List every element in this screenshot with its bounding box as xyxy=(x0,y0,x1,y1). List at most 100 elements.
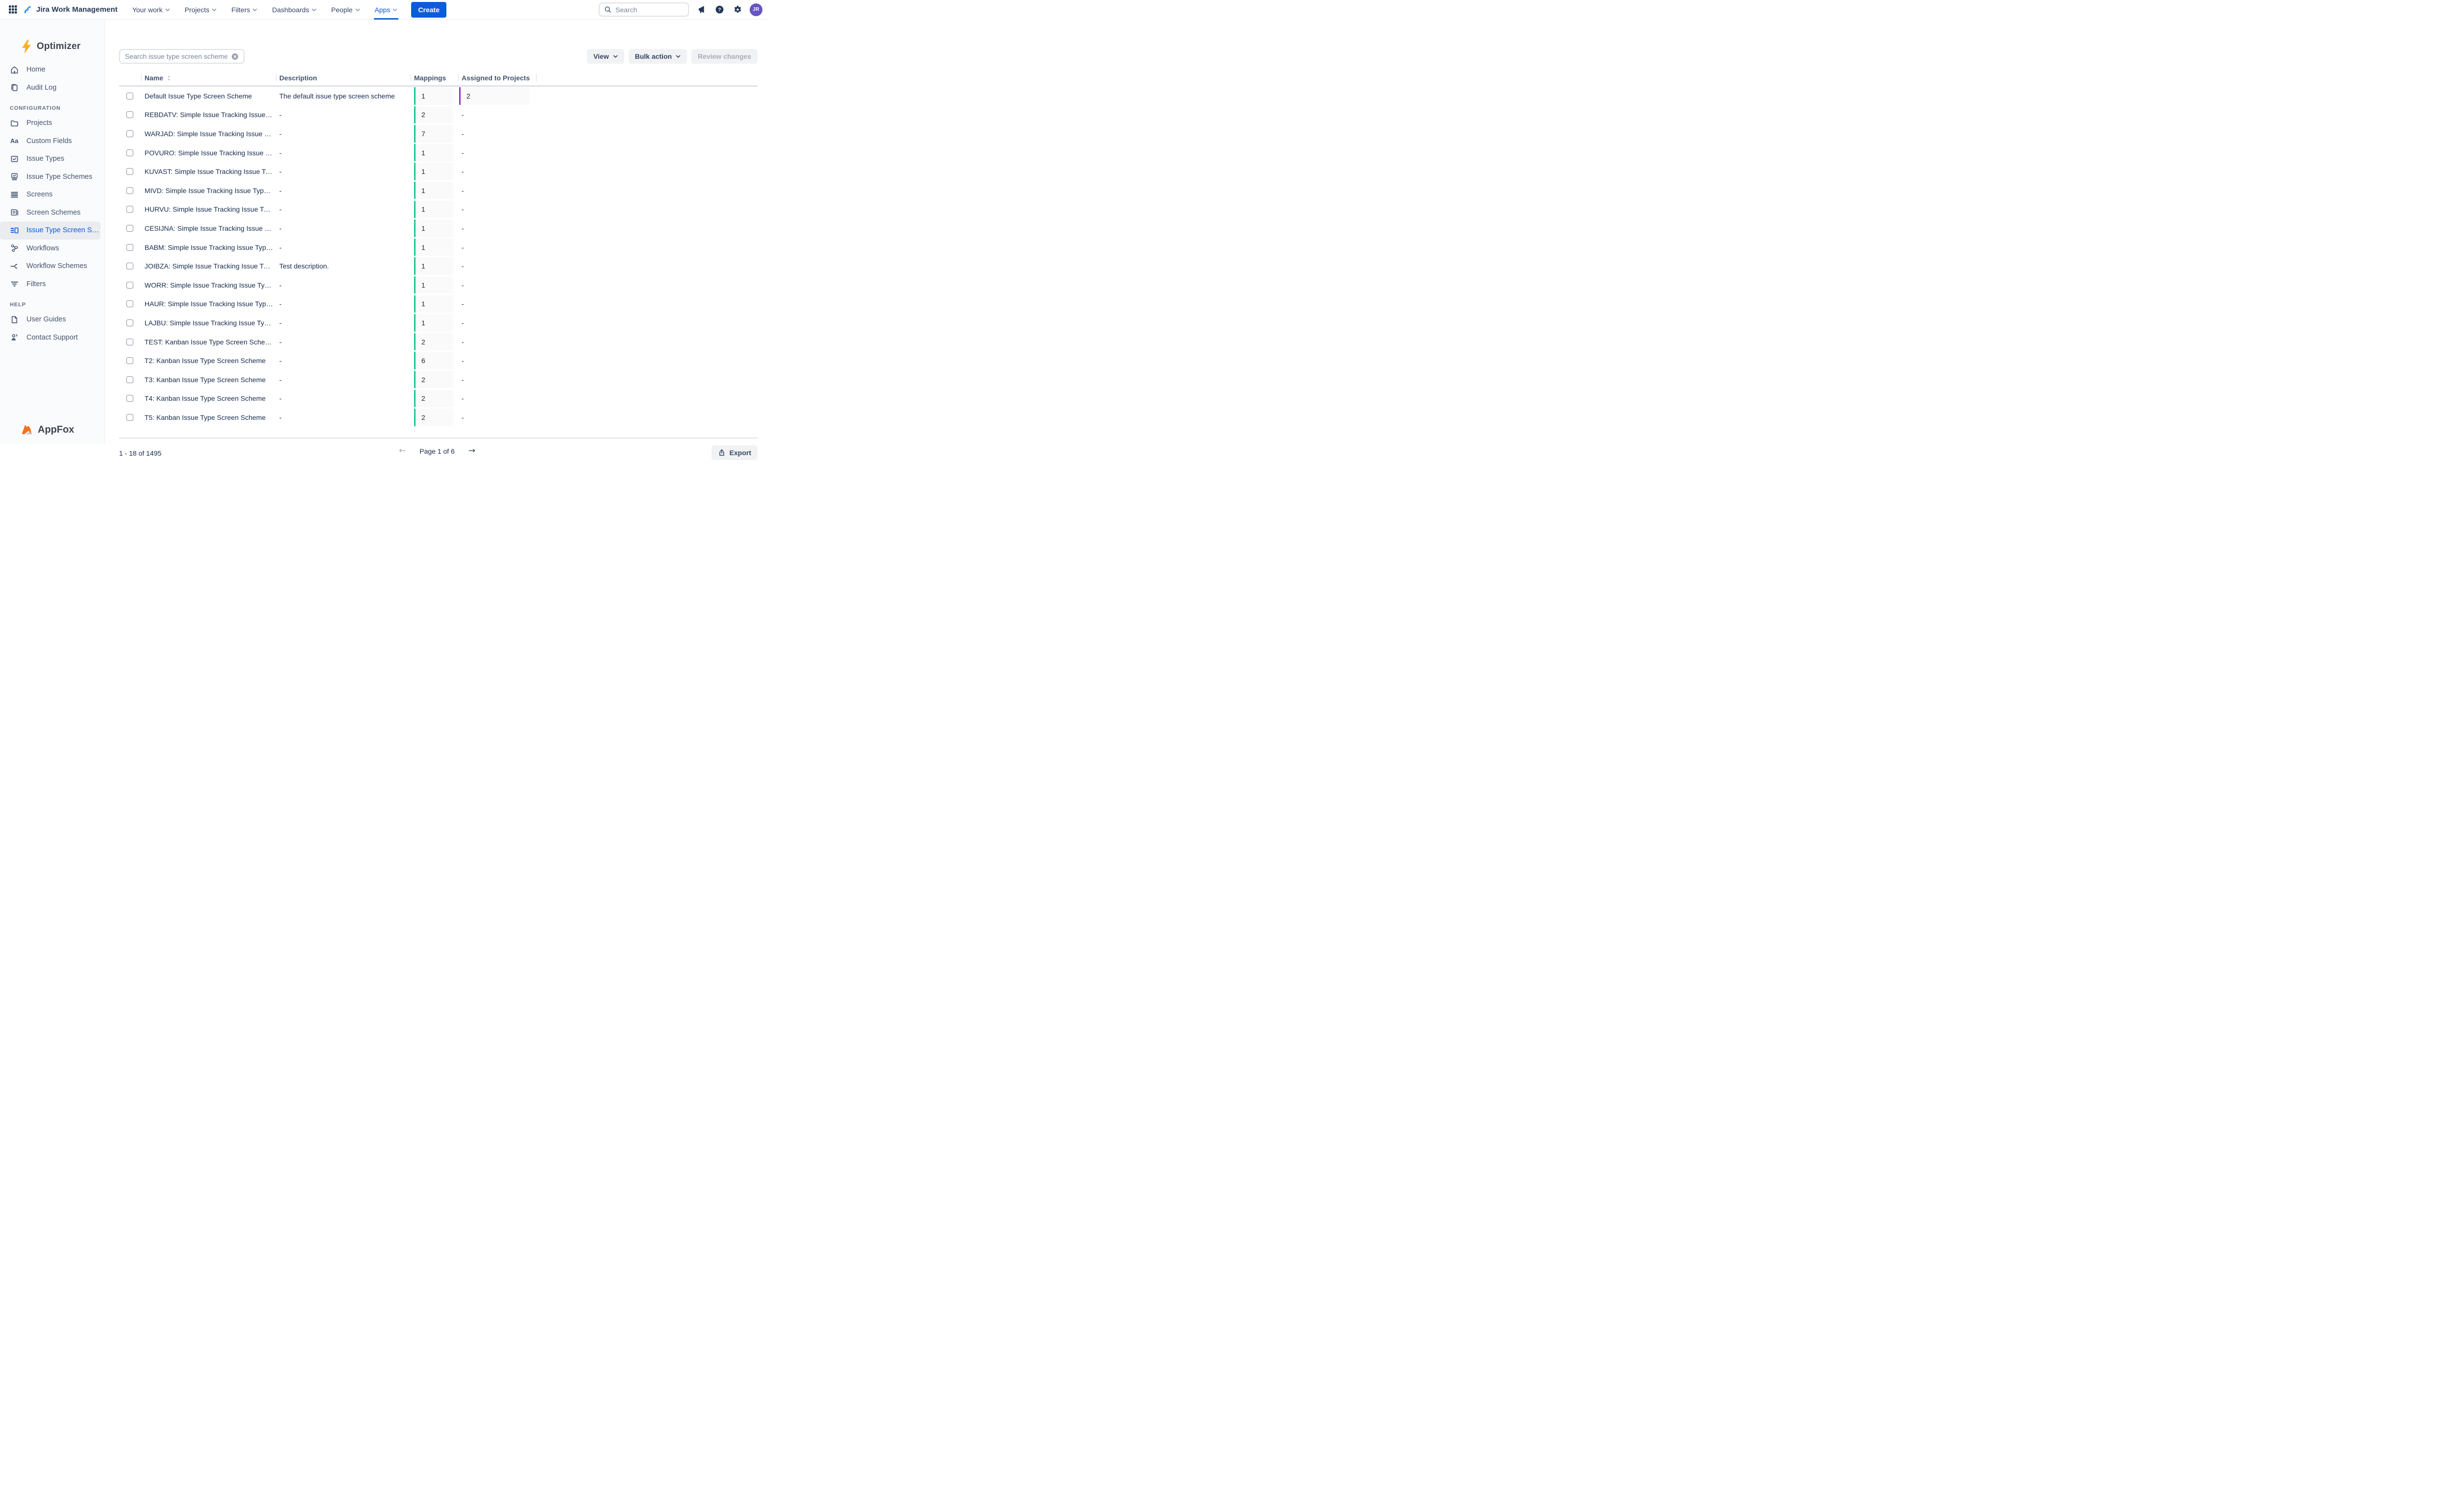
table-row: WORR: Simple Issue Tracking Issue Type .… xyxy=(119,275,758,294)
row-name[interactable]: REBDATV: Simple Issue Tracking Issue Ty.… xyxy=(145,111,273,119)
row-name[interactable]: WORR: Simple Issue Tracking Issue Type .… xyxy=(145,281,273,289)
sidebar-item-custom-fields[interactable]: AaCustom Fields xyxy=(0,132,100,150)
row-checkbox[interactable] xyxy=(126,206,133,213)
clear-icon[interactable] xyxy=(231,53,239,60)
row-checkbox[interactable] xyxy=(126,376,133,383)
sidebar-item-projects[interactable]: Projects xyxy=(0,114,100,132)
bolt-icon xyxy=(21,39,32,54)
row-mappings-cell: 1 xyxy=(414,201,453,218)
sidebar-item-audit-log[interactable]: Audit Log xyxy=(0,79,100,97)
view-button[interactable]: View xyxy=(587,49,624,64)
row-name[interactable]: JOIBZA: Simple Issue Tracking Issue Type… xyxy=(145,262,273,270)
jira-brand[interactable]: Jira Work Management xyxy=(24,5,118,14)
column-header-assigned-to-projects: Assigned to Projects xyxy=(462,74,530,82)
export-button[interactable]: Export xyxy=(711,445,758,460)
row-name[interactable]: BABM: Simple Issue Tracking Issue Type .… xyxy=(145,244,273,251)
sidebar-menu: HomeAudit Log CONFIGURATIONProjectsAaCust… xyxy=(0,61,104,346)
nav-item-projects[interactable]: Projects xyxy=(185,0,217,20)
prev-page-button[interactable]: ← xyxy=(399,447,406,455)
row-name[interactable]: T3: Kanban Issue Type Screen Scheme xyxy=(145,376,266,384)
next-page-button[interactable]: → xyxy=(468,447,475,455)
gear-icon[interactable] xyxy=(732,4,743,16)
row-checkbox[interactable] xyxy=(126,282,133,289)
global-search[interactable] xyxy=(599,2,689,17)
column-header-name[interactable]: Name xyxy=(145,74,171,82)
bulk-action-button[interactable]: Bulk action xyxy=(629,49,687,64)
row-mappings-cell: 6 xyxy=(414,352,453,369)
workflows-icon xyxy=(10,244,19,253)
table-search-input[interactable] xyxy=(125,52,227,60)
row-name[interactable]: LAJBU: Simple Issue Tracking Issue Type … xyxy=(145,319,273,327)
nav-item-your-work[interactable]: Your work xyxy=(132,0,170,20)
row-name[interactable]: KUVAST: Simple Issue Tracking Issue Typ.… xyxy=(145,168,273,175)
sidebar: Optimizer HomeAudit LogCONFIGURATIONProj… xyxy=(0,20,105,444)
nav-item-dashboards[interactable]: Dashboards xyxy=(272,0,317,20)
row-checkbox[interactable] xyxy=(126,414,133,421)
nav-item-people[interactable]: People xyxy=(331,0,360,20)
sort-icon[interactable] xyxy=(167,75,171,81)
nav-item-apps[interactable]: Apps xyxy=(375,0,398,20)
sidebar-item-issue-type-screen-sch[interactable]: Issue Type Screen Sch... xyxy=(0,221,100,240)
row-description: - xyxy=(279,394,282,402)
row-checkbox[interactable] xyxy=(126,93,133,99)
row-description: - xyxy=(279,168,282,175)
row-checkbox[interactable] xyxy=(126,357,133,364)
help-icon[interactable]: ? xyxy=(713,4,725,16)
row-checkbox[interactable] xyxy=(126,111,133,118)
app-switcher-icon[interactable] xyxy=(6,3,20,17)
row-name[interactable]: CESIJNA: Simple Issue Tracking Issue Typ… xyxy=(145,224,273,232)
main-content: View Bulk action Review changes Name Des… xyxy=(105,20,768,444)
row-mappings-cell: 2 xyxy=(414,409,453,426)
row-checkbox[interactable] xyxy=(126,168,133,175)
row-description: - xyxy=(279,111,282,119)
avatar[interactable]: JR xyxy=(750,3,762,16)
sidebar-item-screens[interactable]: Screens xyxy=(0,186,100,204)
row-checkbox[interactable] xyxy=(126,339,133,345)
row-assigned-empty: - xyxy=(462,319,464,327)
sidebar-item-filters[interactable]: Filters xyxy=(0,275,100,293)
sidebar-item-workflow-schemes[interactable]: Workflow Schemes xyxy=(0,257,100,275)
sidebar-item-contact-support[interactable]: Contact Support xyxy=(0,329,100,347)
table-row: T3: Kanban Issue Type Screen Scheme-2- xyxy=(119,370,758,389)
appfox-logo[interactable]: AppFox xyxy=(20,423,74,436)
row-name[interactable]: TEST: Kanban Issue Type Screen Scheme xyxy=(145,338,273,346)
row-name[interactable]: HAUR: Simple Issue Tracking Issue Type S… xyxy=(145,300,273,308)
table-search[interactable] xyxy=(119,49,245,64)
row-name[interactable]: HURVU: Simple Issue Tracking Issue Type.… xyxy=(145,205,273,213)
table-row: HURVU: Simple Issue Tracking Issue Type.… xyxy=(119,200,758,219)
row-name[interactable]: Default Issue Type Screen Scheme xyxy=(145,92,252,100)
table-row: T2: Kanban Issue Type Screen Scheme-6- xyxy=(119,351,758,370)
row-name[interactable]: T4: Kanban Issue Type Screen Scheme xyxy=(145,394,266,402)
row-checkbox[interactable] xyxy=(126,187,133,194)
row-assigned-empty: - xyxy=(462,149,464,157)
chevron-down-icon xyxy=(252,8,257,12)
sidebar-item-issue-type-schemes[interactable]: Issue Type Schemes xyxy=(0,168,100,186)
row-name[interactable]: MIVD: Simple Issue Tracking Issue Type S… xyxy=(145,187,273,195)
sidebar-item-screen-schemes[interactable]: Screen Schemes xyxy=(0,204,100,222)
sidebar-item-issue-types[interactable]: Issue Types xyxy=(0,150,100,168)
row-checkbox[interactable] xyxy=(126,300,133,307)
row-checkbox[interactable] xyxy=(126,319,133,326)
sidebar-item-user-guides[interactable]: User Guides xyxy=(0,311,100,329)
review-changes-button[interactable]: Review changes xyxy=(691,49,758,64)
notifications-icon[interactable] xyxy=(695,4,707,16)
chevron-down-icon xyxy=(212,8,217,12)
row-checkbox[interactable] xyxy=(126,244,133,251)
row-checkbox[interactable] xyxy=(126,130,133,137)
row-mappings-cell: 2 xyxy=(414,371,453,388)
row-checkbox[interactable] xyxy=(126,149,133,156)
row-name[interactable]: T5: Kanban Issue Type Screen Scheme xyxy=(145,414,266,421)
row-name[interactable]: POVURO: Simple Issue Tracking Issue Typ.… xyxy=(145,149,273,157)
sidebar-item-workflows[interactable]: Workflows xyxy=(0,240,100,258)
row-name[interactable]: T2: Kanban Issue Type Screen Scheme xyxy=(145,357,266,365)
nav-right-cluster: ? JR xyxy=(599,2,762,17)
global-search-input[interactable] xyxy=(615,6,684,14)
row-checkbox[interactable] xyxy=(126,263,133,269)
row-checkbox[interactable] xyxy=(126,225,133,232)
row-name[interactable]: WARJAD: Simple Issue Tracking Issue Typ.… xyxy=(145,130,273,138)
sidebar-section-label: CONFIGURATION xyxy=(10,105,104,113)
nav-item-filters[interactable]: Filters xyxy=(231,0,257,20)
row-checkbox[interactable] xyxy=(126,395,133,402)
create-button[interactable]: Create xyxy=(411,2,446,18)
sidebar-item-home[interactable]: Home xyxy=(0,61,100,79)
